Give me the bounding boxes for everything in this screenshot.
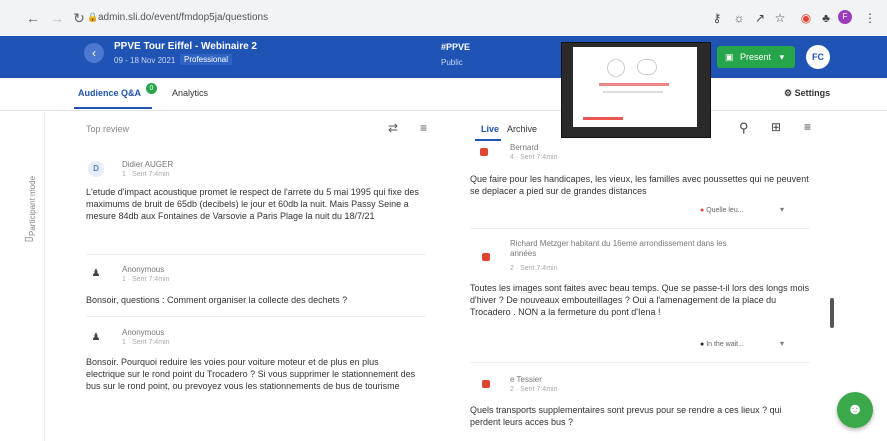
menu-icon[interactable]: ⋮ <box>862 10 878 26</box>
lock-icon: 🔒 <box>87 12 99 22</box>
flag-icon <box>482 380 490 388</box>
preview-line <box>599 83 669 86</box>
help-fab-button[interactable]: ☻ <box>837 392 873 428</box>
left-rail <box>0 110 45 441</box>
question-author: Anonymous <box>122 328 165 337</box>
slide-preview-content <box>573 47 697 127</box>
puzzle-icon[interactable]: ♣ <box>818 10 834 26</box>
gear-icon: ⚙ <box>784 88 793 98</box>
question-author: Anonymous <box>122 265 165 274</box>
event-dates: 09 - 18 Nov 2021 <box>114 56 176 65</box>
settings-button[interactable]: ⚙ Settings <box>784 88 830 99</box>
label-select[interactable]: ● In the wait... <box>700 341 744 348</box>
preview-progress <box>583 117 623 120</box>
question-text: L'etude d'impact acoustique promet le re… <box>86 187 419 221</box>
flag-icon <box>482 253 490 261</box>
divider <box>470 228 810 229</box>
tab-archive[interactable]: Archive <box>507 124 537 134</box>
reload-icon[interactable]: ↻ <box>70 9 88 27</box>
flag-icon <box>480 148 488 156</box>
star-icon[interactable]: ☆ <box>772 10 788 26</box>
preview-line <box>603 91 663 93</box>
label-select[interactable]: ● Quelle leu... <box>700 207 744 214</box>
question-text: Bonsoir, questions : Comment organiser l… <box>86 295 348 305</box>
scrollbar-thumb[interactable] <box>830 298 834 328</box>
question-meta: 1 · Sent 7:4min <box>122 276 170 283</box>
filter-icon[interactable]: ≡ <box>804 120 811 134</box>
label-select-value: In the wait... <box>706 341 744 348</box>
dot-icon: ● <box>700 207 705 214</box>
question-text: Toutes les images sont faites avec beau … <box>470 283 810 317</box>
question-text: Que faire pour les handicapes, les vieux… <box>470 174 809 196</box>
present-button[interactable]: ▣ Present ▾ <box>717 46 795 68</box>
user-avatar[interactable]: FC <box>806 45 830 69</box>
chat-bubble-icon <box>637 59 657 75</box>
share-icon[interactable]: ↗ <box>752 10 768 26</box>
back-button[interactable]: ‹ <box>84 43 104 63</box>
chevron-down-icon[interactable]: ▾ <box>780 205 784 214</box>
active-tab-indicator <box>74 107 152 109</box>
question-author: Didier AUGER <box>122 160 174 169</box>
question-text: Quels transports supplementaires sont pr… <box>470 405 782 427</box>
back-arrow-icon[interactable]: ← <box>24 9 42 27</box>
dot-icon: ● <box>700 341 705 348</box>
person-icon: ♟ <box>91 332 101 343</box>
smiley-icon: ☻ <box>846 401 864 418</box>
chevron-down-icon: ▾ <box>779 52 785 62</box>
avatar: D <box>88 161 104 177</box>
tab-audience-qa[interactable]: Audience Q&A <box>78 88 141 98</box>
address-bar[interactable]: admin.sli.do/event/fmdop5ja/questions <box>98 12 268 23</box>
key-icon[interactable]: ⚷ <box>709 10 725 26</box>
add-question-icon[interactable]: ⊞ <box>771 120 781 134</box>
profile-icon[interactable]: F <box>838 10 852 24</box>
question-meta: 1 · Sent 7:4min <box>122 171 170 178</box>
extension-icon[interactable]: ◉ <box>798 10 814 26</box>
divider <box>86 316 426 317</box>
question-mark-icon <box>607 59 625 77</box>
question-author: Richard Metzger habitant du 16eme arrond… <box>510 239 727 258</box>
question-meta: 2 · Sent 7:4min <box>510 265 558 272</box>
forward-arrow-icon[interactable]: → <box>48 9 66 27</box>
person-icon: ♟ <box>91 268 101 279</box>
question-author: e Tessier <box>510 375 542 384</box>
qa-count-badge: 0 <box>146 83 157 94</box>
monitor-icon[interactable]: ▭ <box>24 234 33 245</box>
filter-sliders-icon[interactable]: ≡ <box>420 121 427 135</box>
chevron-down-icon[interactable]: ▾ <box>780 339 784 348</box>
search-icon[interactable]: ⚲ <box>739 120 749 136</box>
sort-label[interactable]: Top review <box>86 124 129 134</box>
tab-live[interactable]: Live <box>481 124 499 134</box>
live-tab-indicator <box>475 139 501 141</box>
present-label: Present <box>740 52 772 62</box>
question-meta: 1 · Sent 7:4min <box>122 339 170 346</box>
participant-mode-label: Participant mode <box>28 175 37 236</box>
plan-badge: Professional <box>180 54 233 65</box>
divider <box>86 254 426 255</box>
settings-label: Settings <box>794 88 831 98</box>
question-text: Bonsoir. Pourquoi reduire les voies pour… <box>86 357 416 391</box>
translate-icon[interactable]: ☼ <box>731 10 747 26</box>
divider <box>470 362 810 363</box>
event-hashtag: #PPVE <box>441 42 471 52</box>
event-title: PPVE Tour Eiffel - Webinaire 2 <box>114 41 257 52</box>
question-author: Bernard <box>510 143 539 152</box>
question-meta: 4 · Sent 7:4min <box>510 154 558 161</box>
screen-icon: ▣ <box>725 52 734 62</box>
event-visibility: Public <box>441 58 463 67</box>
tab-analytics[interactable]: Analytics <box>172 88 208 98</box>
question-meta: 2 · Sent 7:4min <box>510 386 558 393</box>
shuffle-icon[interactable]: ⇄ <box>388 121 398 135</box>
label-select-value: Quelle leu... <box>706 207 744 214</box>
